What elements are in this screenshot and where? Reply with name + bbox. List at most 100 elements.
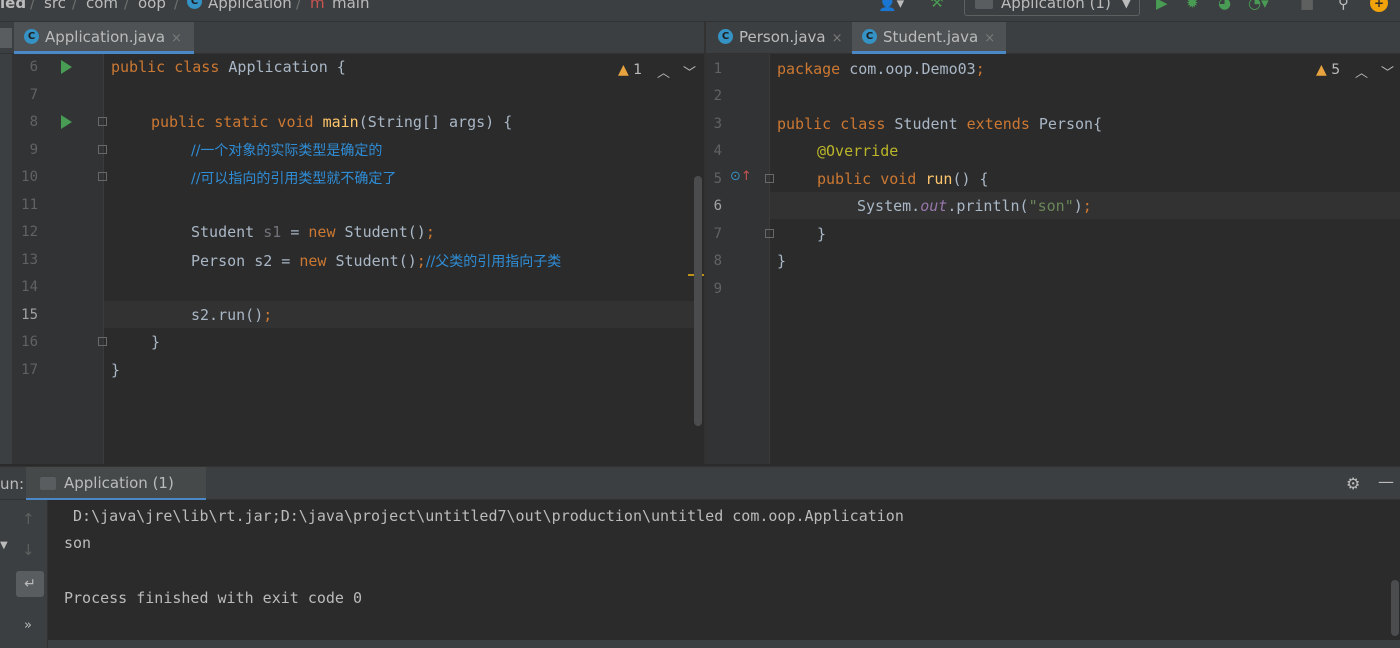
inspection-widget[interactable]: ▲ 1 [618, 62, 642, 78]
close-icon[interactable]: × [984, 31, 995, 46]
editor-tabs-right: C Person.java × C Student.java × [706, 22, 1400, 54]
tab-application-java[interactable]: C Application.java × [14, 22, 194, 54]
project-sidebar-strip[interactable] [0, 54, 12, 464]
line-number: 16 [21, 334, 38, 350]
code-line-10: //可以指向的引用类型就不确定了 [191, 168, 396, 188]
override-method-icon[interactable]: ⊙↑ [730, 169, 752, 184]
stop-icon[interactable]: ■ [1300, 0, 1314, 12]
class-icon: C [718, 29, 733, 44]
run-configuration-select[interactable]: Application (1) ▼ [964, 0, 1140, 16]
comment: //父类的引用指向子类 [425, 254, 562, 270]
semicolon: ; [1082, 197, 1092, 215]
breadcrumb-separator: / [30, 0, 36, 12]
keyword: public void [817, 170, 917, 188]
debug-icon[interactable]: ✹ [1186, 0, 1199, 12]
code-line-13: Person s2 = new Student();//父类的引用指向子类 [191, 251, 561, 271]
vertical-scrollbar[interactable] [694, 176, 702, 426]
line-number: 17 [21, 362, 38, 378]
user-icon[interactable]: 👤▾ [878, 0, 904, 12]
close-icon[interactable]: × [832, 31, 843, 46]
fold-marker-icon[interactable] [765, 174, 774, 183]
breadcrumb-project[interactable]: led [0, 0, 26, 12]
update-notification-icon[interactable]: + [1370, 0, 1388, 12]
semicolon: ; [263, 306, 273, 324]
keyword: extends [966, 115, 1030, 133]
breadcrumb-com[interactable]: com [86, 0, 118, 12]
editor-student[interactable]: 1 2 3 4 5 6 7 8 9 ⊙↑ package com.oop.Dem… [706, 54, 1400, 464]
keyword: public static void [151, 113, 314, 131]
tab-student-java[interactable]: C Student.java × [852, 22, 1006, 54]
code-line-8: } [777, 252, 787, 270]
close-icon[interactable]: × [171, 31, 182, 46]
chevron-down-icon[interactable]: ﹀ [1381, 62, 1394, 81]
breadcrumb-application[interactable]: Application [208, 0, 292, 12]
keyword: new [299, 252, 327, 270]
run-icon[interactable]: ▶ [1156, 0, 1168, 12]
code-text: .println( [947, 197, 1029, 215]
console-scrollbar[interactable] [1391, 580, 1399, 636]
arrow-down-icon[interactable]: ↓ [22, 541, 35, 559]
line-number: 6 [29, 59, 38, 75]
line-number: 9 [713, 281, 722, 297]
method-icon: m [310, 0, 325, 12]
tab-person-java[interactable]: C Person.java × [708, 22, 850, 54]
code-line-9: //一个对象的实际类型是确定的 [191, 140, 382, 160]
class-icon: C [187, 0, 202, 9]
bottom-status-strip [48, 640, 1400, 648]
profile-icon[interactable]: ◔▾ [1248, 0, 1269, 12]
chevron-up-icon[interactable]: ︿ [1355, 62, 1368, 81]
breadcrumb-oop[interactable]: oop [138, 0, 166, 12]
build-hammer-icon[interactable]: ⚒ [930, 0, 943, 11]
project-panel-icon[interactable] [0, 28, 12, 48]
run-tab-application[interactable]: Application (1) [26, 467, 206, 501]
fold-marker-icon[interactable] [98, 145, 107, 154]
run-label: un: [0, 475, 25, 493]
run-main-gutter-icon[interactable] [61, 115, 72, 129]
fold-marker-icon[interactable] [98, 117, 107, 126]
fold-marker-icon[interactable] [98, 172, 107, 181]
code-text: = [281, 223, 309, 241]
coverage-icon[interactable]: ◕ [1218, 0, 1231, 12]
run-side-toolbar: ↑ ↓ ↵ » ▼ [0, 500, 48, 648]
more-actions-icon[interactable]: » [24, 618, 32, 633]
line-number: 7 [29, 87, 38, 103]
fold-marker-icon[interactable] [765, 229, 774, 238]
collapse-arrow-icon[interactable]: ▼ [0, 540, 8, 551]
code-text: Student() [326, 252, 417, 270]
run-class-gutter-icon[interactable] [61, 60, 72, 74]
code-line-5: public void run() { [817, 170, 989, 188]
code-text: (String[] args) { [358, 113, 513, 131]
line-number: 6 [713, 198, 722, 214]
application-config-icon [975, 0, 993, 9]
code-text: s2.run() [191, 306, 264, 324]
semicolon: ; [975, 60, 985, 78]
line-number: 7 [713, 226, 722, 242]
breadcrumb-src[interactable]: src [44, 0, 66, 12]
static-field: out [920, 197, 948, 215]
tab-label: Application.java [45, 28, 166, 46]
search-icon[interactable]: ⚲ [1338, 0, 1349, 12]
fold-marker-icon[interactable] [98, 337, 107, 346]
editor-application[interactable]: 6 7 8 9 10 11 12 13 14 15 16 17 public c… [0, 54, 704, 464]
run-console[interactable]: ↑ ↓ ↵ » ▼ D:\java\jre\lib\rt.jar;D:\java… [0, 500, 1400, 648]
code-line-17: } [111, 361, 121, 379]
code-line-16: } [151, 333, 161, 351]
line-number: 15 [21, 307, 38, 323]
code-line-3: public class Student extends Person{ [777, 115, 1102, 133]
breadcrumb-main[interactable]: main [332, 0, 369, 12]
arrow-up-icon[interactable]: ↑ [22, 510, 35, 528]
navigation-bar: led / src / com / oop / C Application / … [0, 0, 1400, 22]
line-number: 13 [21, 252, 38, 268]
keyword: public class [777, 115, 886, 133]
inspection-widget[interactable]: ▲ 5 [1316, 62, 1340, 78]
code-text: com.oop.Demo03 [840, 60, 976, 78]
string-literal: "son" [1028, 197, 1074, 215]
minimize-icon[interactable]: — [1378, 472, 1394, 491]
chevron-up-icon[interactable]: ︿ [657, 62, 670, 81]
soft-wrap-icon[interactable]: ↵ [16, 571, 44, 597]
chevron-down-icon[interactable]: ﹀ [683, 62, 696, 81]
code-text: Person s2 = [191, 252, 300, 270]
comment: //可以指向的引用类型就不确定了 [191, 171, 397, 187]
method-name: main [322, 113, 359, 131]
gear-icon[interactable]: ⚙ [1346, 474, 1360, 493]
